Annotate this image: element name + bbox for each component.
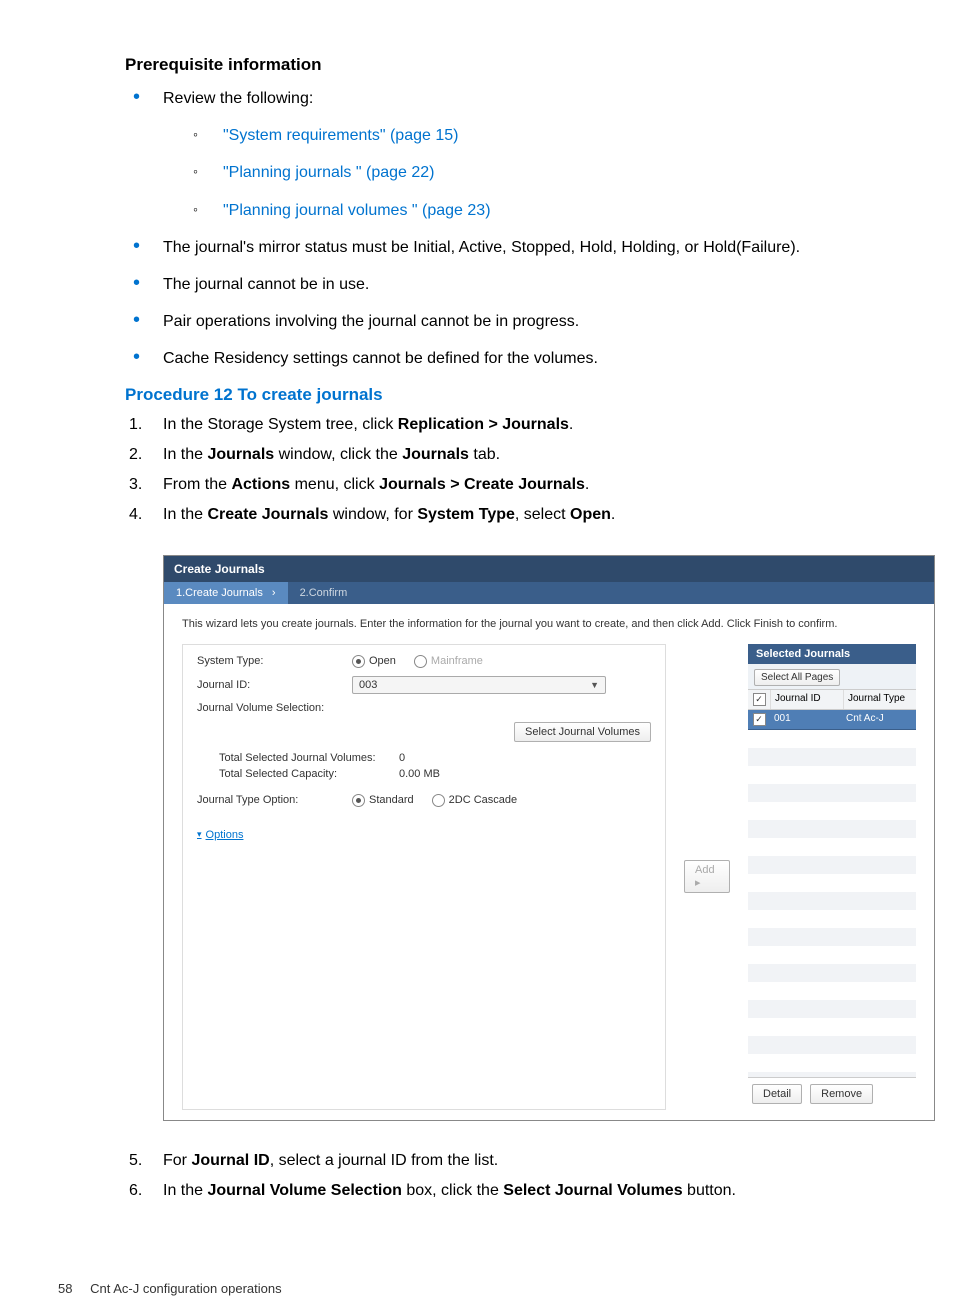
radio-icon xyxy=(414,655,427,668)
sub-item: "System requirements" (page 15) xyxy=(163,124,914,147)
total-capacity-label: Total Selected Capacity: xyxy=(219,768,399,780)
tab-confirm[interactable]: 2.Confirm xyxy=(288,582,360,604)
chevron-down-icon: ▾ xyxy=(197,829,202,841)
total-volumes-label: Total Selected Journal Volumes: xyxy=(219,752,399,764)
options-expander[interactable]: ▾ Options xyxy=(197,829,243,841)
cell-journal-type: Cnt Ac-J xyxy=(842,710,916,729)
steps-list: 1. In the Storage System tree, click Rep… xyxy=(125,413,914,527)
table-row[interactable]: 001 Cnt Ac-J xyxy=(748,710,916,730)
step-number: 6. xyxy=(129,1179,142,1203)
step-3: 3. From the Actions menu, click Journals… xyxy=(125,473,914,497)
tab-create-journals[interactable]: 1.Create Journals › xyxy=(164,582,288,604)
remove-button[interactable]: Remove xyxy=(810,1084,873,1104)
selected-journals-panel: Selected Journals Select All Pages Journ… xyxy=(748,644,916,1110)
col-journal-type[interactable]: Journal Type xyxy=(844,690,916,709)
radio-open[interactable]: Open xyxy=(352,655,396,668)
step-number: 5. xyxy=(129,1149,142,1173)
page-number: 58 xyxy=(58,1281,72,1296)
add-button[interactable]: Add ▸ xyxy=(684,860,730,893)
sub-item: "Planning journal volumes " (page 23) xyxy=(163,199,914,222)
cell-journal-id: 001 xyxy=(770,710,842,729)
system-type-label: System Type: xyxy=(197,655,352,667)
total-capacity-value: 0.00 MB xyxy=(399,768,440,780)
dialog-title: Create Journals xyxy=(164,556,934,582)
form-panel: System Type: Open Mainframe xyxy=(182,644,666,1110)
radio-icon xyxy=(352,655,365,668)
bullet-item: Pair operations involving the journal ca… xyxy=(125,310,914,333)
footer-title: Cnt Ac-J configuration operations xyxy=(90,1281,282,1296)
procedure-heading: Procedure 12 To create journals xyxy=(125,385,914,405)
bullet-item: Review the following: "System requiremen… xyxy=(125,87,914,222)
bullet-item: Cache Residency settings cannot be defin… xyxy=(125,347,914,370)
step-6: 6. In the Journal Volume Selection box, … xyxy=(125,1179,914,1203)
journal-type-option-label: Journal Type Option: xyxy=(197,794,352,806)
bullet-item: The journal cannot be in use. xyxy=(125,273,914,296)
bullet-list: Review the following: "System requiremen… xyxy=(125,87,914,371)
row-checkbox[interactable] xyxy=(753,713,766,726)
step-number: 2. xyxy=(129,443,142,467)
steps-list-continued: 5. For Journal ID, select a journal ID f… xyxy=(125,1149,914,1203)
journal-id-dropdown[interactable]: 003 ▼ xyxy=(352,676,606,694)
chevron-right-icon: › xyxy=(272,587,276,599)
prereq-heading: Prerequisite information xyxy=(125,55,914,75)
link-sys-req[interactable]: "System requirements" (page 15) xyxy=(223,127,458,144)
bullet-item: The journal's mirror status must be Init… xyxy=(125,236,914,259)
sub-list: "System requirements" (page 15) "Plannin… xyxy=(163,124,914,222)
step-1: 1. In the Storage System tree, click Rep… xyxy=(125,413,914,437)
col-journal-id[interactable]: Journal ID xyxy=(771,690,844,709)
radio-icon xyxy=(352,794,365,807)
step-5: 5. For Journal ID, select a journal ID f… xyxy=(125,1149,914,1173)
sub-item: "Planning journals " (page 22) xyxy=(163,161,914,184)
dialog-instructions: This wizard lets you create journals. En… xyxy=(182,618,916,630)
radio-2dc-cascade[interactable]: 2DC Cascade xyxy=(432,794,517,807)
bullet-text: Review the following: xyxy=(163,90,313,107)
selected-summary: Total Selected Journal Volumes: 0 Total … xyxy=(219,752,651,780)
radio-standard[interactable]: Standard xyxy=(352,794,414,807)
journal-volume-selection-label: Journal Volume Selection: xyxy=(197,702,651,714)
journal-id-label: Journal ID: xyxy=(197,679,352,691)
step-4: 4. In the Create Journals window, for Sy… xyxy=(125,503,914,527)
step-number: 4. xyxy=(129,503,142,527)
select-journal-volumes-button[interactable]: Select Journal Volumes xyxy=(514,722,651,742)
link-planning-journal-volumes[interactable]: "Planning journal volumes " (page 23) xyxy=(223,202,491,219)
step-number: 3. xyxy=(129,473,142,497)
table-body-empty xyxy=(748,730,916,1078)
table-header: Journal ID Journal Type xyxy=(748,690,916,710)
create-journals-dialog: Create Journals 1.Create Journals › 2.Co… xyxy=(163,555,935,1121)
step-2: 2. In the Journals window, click the Jou… xyxy=(125,443,914,467)
radio-mainframe[interactable]: Mainframe xyxy=(414,655,483,668)
header-checkbox[interactable] xyxy=(753,693,766,706)
wizard-tabs: 1.Create Journals › 2.Confirm xyxy=(164,582,934,604)
total-volumes-value: 0 xyxy=(399,752,405,764)
step-number: 1. xyxy=(129,413,142,437)
select-all-pages-button[interactable]: Select All Pages xyxy=(754,669,840,686)
detail-button[interactable]: Detail xyxy=(752,1084,802,1104)
link-planning-journals[interactable]: "Planning journals " (page 22) xyxy=(223,164,435,181)
selected-journals-heading: Selected Journals xyxy=(748,644,916,664)
chevron-down-icon: ▼ xyxy=(590,680,599,690)
radio-icon xyxy=(432,794,445,807)
